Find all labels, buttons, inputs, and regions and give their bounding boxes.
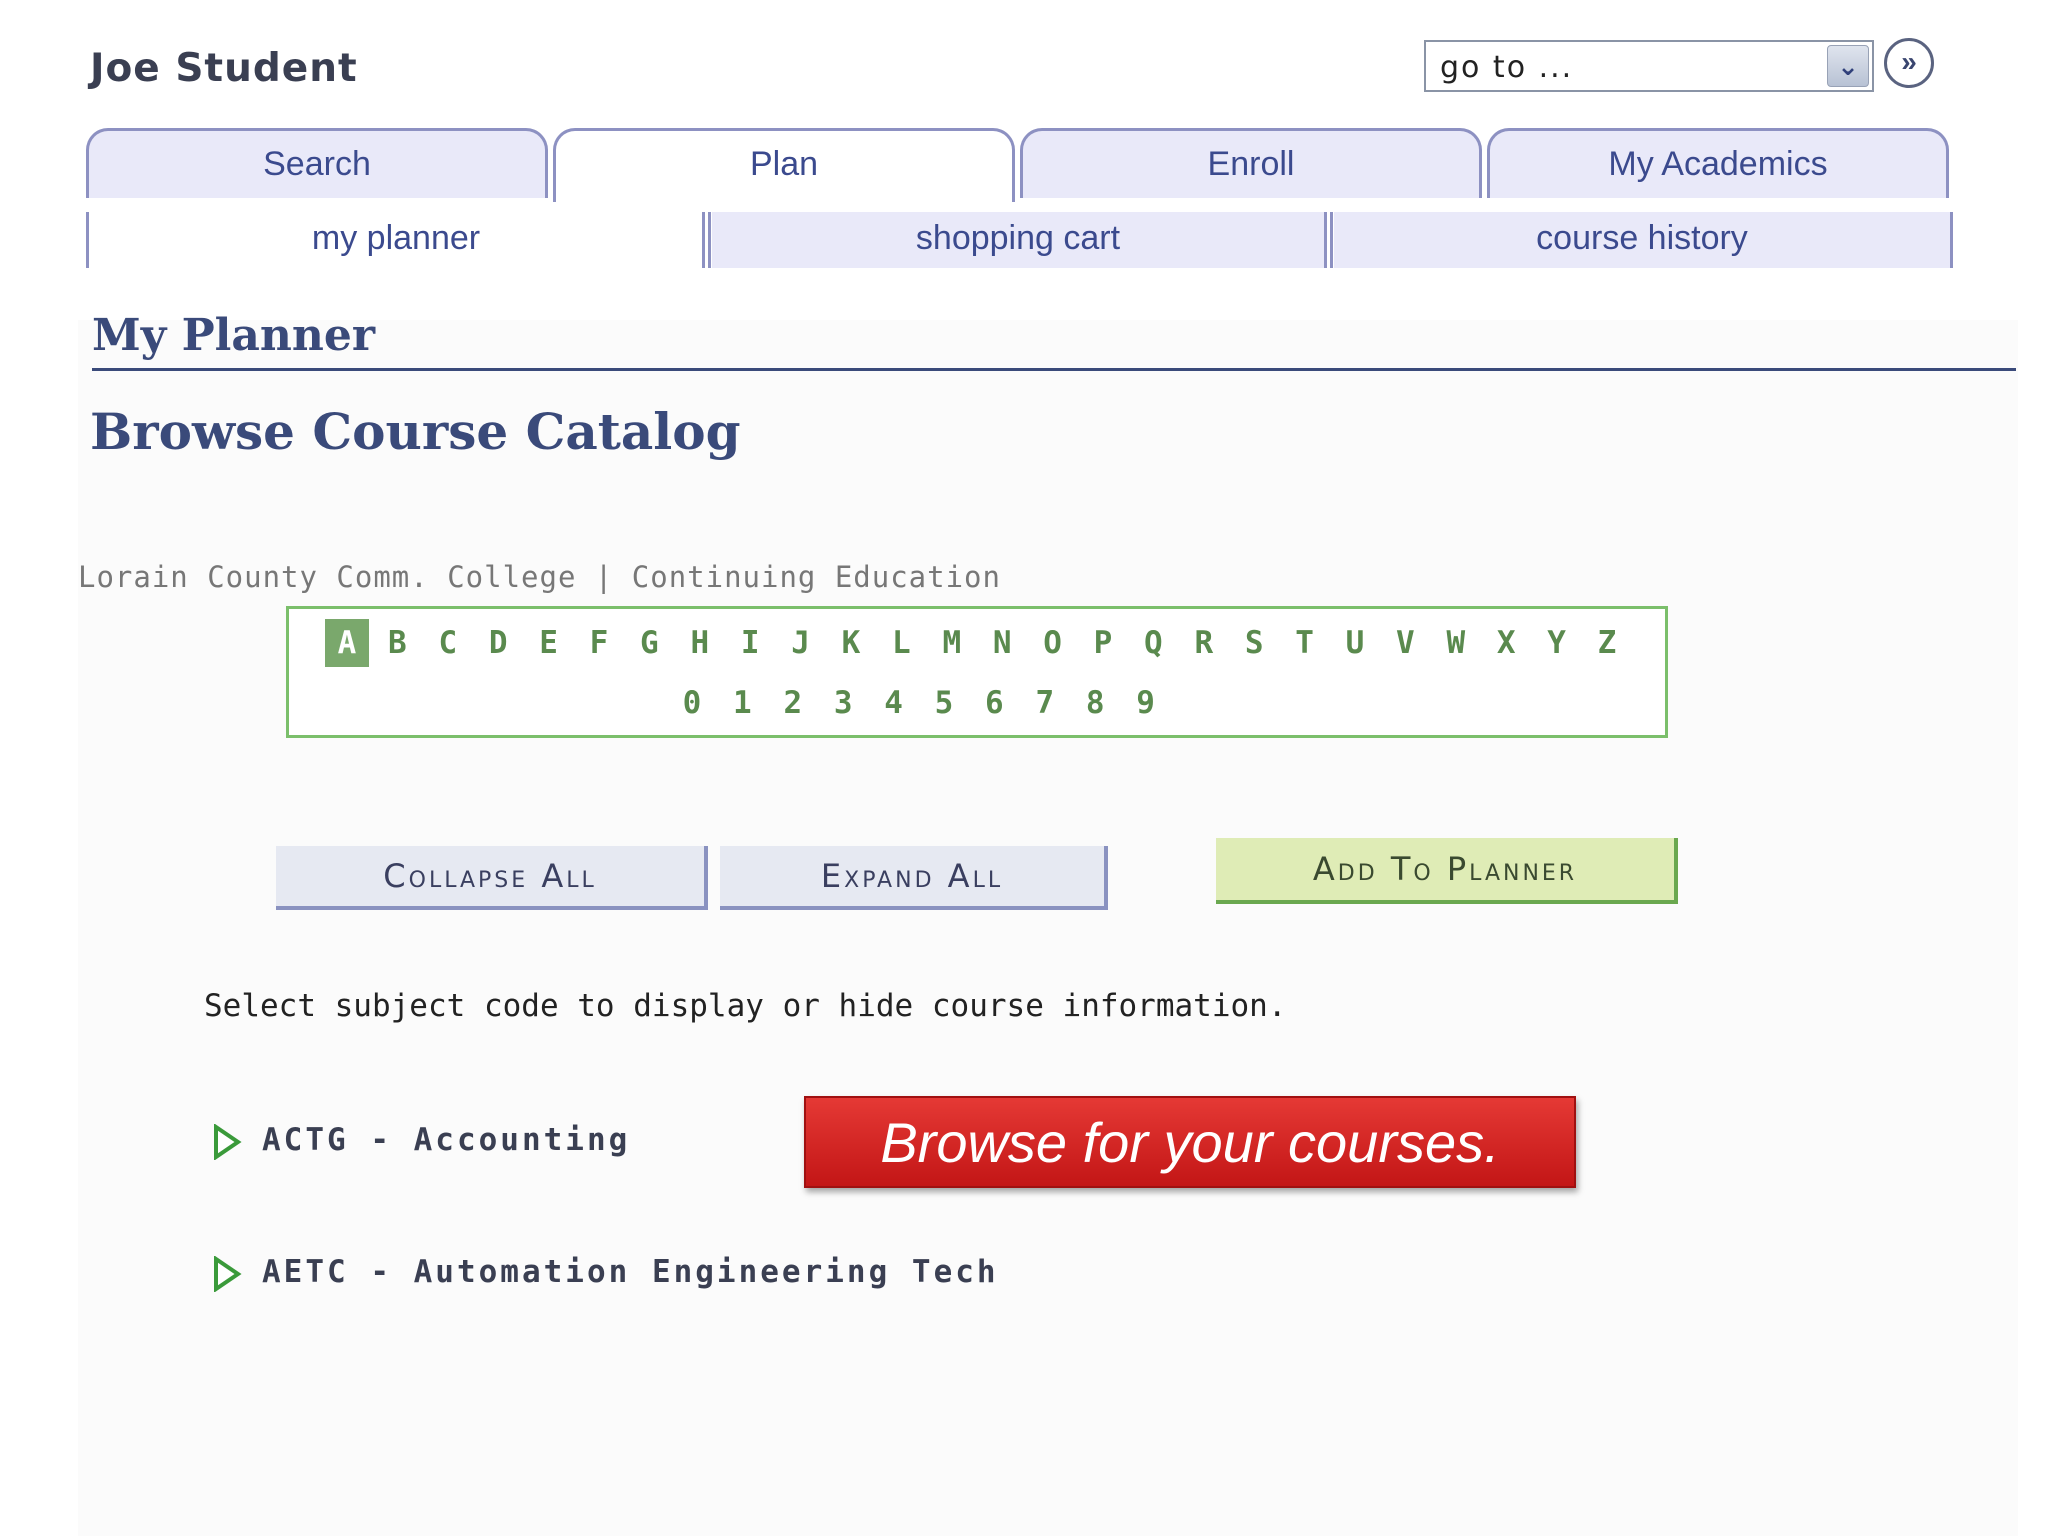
alpha-letter-k[interactable]: K <box>829 619 873 667</box>
alpha-digit-9[interactable]: 9 <box>1124 679 1168 727</box>
expand-all-button[interactable]: Expand All <box>720 846 1108 910</box>
expand-triangle-icon[interactable] <box>212 1124 242 1160</box>
instruction-text: Select subject code to display or hide c… <box>204 988 1287 1024</box>
alphabet-index: ABCDEFGHIJKLMNOPQRSTUVWXYZ 0123456789 <box>286 606 1668 738</box>
alpha-digit-6[interactable]: 6 <box>972 679 1016 727</box>
user-name: Joe Student <box>90 46 358 91</box>
alpha-letter-y[interactable]: Y <box>1535 619 1579 667</box>
alpha-letter-h[interactable]: H <box>678 619 722 667</box>
title-divider <box>92 368 2016 371</box>
alpha-letter-n[interactable]: N <box>980 619 1024 667</box>
tab-my-academics[interactable]: My Academics <box>1487 128 1949 198</box>
alpha-digit-0[interactable]: 0 <box>670 679 714 727</box>
alpha-letter-a[interactable]: A <box>325 619 369 667</box>
subtab-divider <box>1324 212 1327 268</box>
alpha-digit-1[interactable]: 1 <box>720 679 764 727</box>
alpha-letter-j[interactable]: J <box>779 619 823 667</box>
subtab-my-planner[interactable]: my planner <box>90 212 702 268</box>
alpha-letter-b[interactable]: B <box>375 619 419 667</box>
content-background <box>78 320 2018 1536</box>
alpha-letter-v[interactable]: V <box>1383 619 1427 667</box>
goto-dropdown[interactable]: go to ... ⌄ <box>1424 40 1874 92</box>
alpha-digit-8[interactable]: 8 <box>1073 679 1117 727</box>
alpha-letter-q[interactable]: Q <box>1131 619 1175 667</box>
alpha-letter-s[interactable]: S <box>1232 619 1276 667</box>
add-to-planner-button[interactable]: Add To Planner <box>1216 838 1678 904</box>
main-tabs: Search Plan Enroll My Academics <box>86 128 1954 202</box>
alpha-digit-7[interactable]: 7 <box>1023 679 1067 727</box>
page-title: My Planner <box>92 310 376 361</box>
alpha-digit-3[interactable]: 3 <box>821 679 865 727</box>
alpha-letter-w[interactable]: W <box>1434 619 1478 667</box>
alpha-letter-u[interactable]: U <box>1333 619 1377 667</box>
subtab-divider <box>86 212 89 268</box>
subtab-divider <box>702 212 705 268</box>
alpha-letter-i[interactable]: I <box>728 619 772 667</box>
alpha-letter-d[interactable]: D <box>476 619 520 667</box>
subtab-divider <box>708 212 711 268</box>
subtab-course-history[interactable]: course history <box>1334 212 1950 268</box>
institution-career-label: Lorain County Comm. College | Continuing… <box>78 560 1001 594</box>
alpha-letter-z[interactable]: Z <box>1585 619 1629 667</box>
go-arrow-icon[interactable]: » <box>1884 38 1934 88</box>
chevron-down-icon[interactable]: ⌄ <box>1827 45 1869 87</box>
sub-tabs: my planner shopping cart course history <box>86 212 1954 268</box>
alpha-letter-x[interactable]: X <box>1484 619 1528 667</box>
subtab-divider <box>1330 212 1333 268</box>
alpha-letter-e[interactable]: E <box>527 619 571 667</box>
subtab-divider <box>1950 212 1953 268</box>
subtab-shopping-cart[interactable]: shopping cart <box>712 212 1324 268</box>
subject-link[interactable]: ACTG - Accounting <box>262 1122 630 1158</box>
tab-enroll[interactable]: Enroll <box>1020 128 1482 198</box>
alpha-letter-p[interactable]: P <box>1081 619 1125 667</box>
alpha-letter-t[interactable]: T <box>1283 619 1327 667</box>
alpha-letter-m[interactable]: M <box>930 619 974 667</box>
alpha-digit-2[interactable]: 2 <box>771 679 815 727</box>
alpha-letter-o[interactable]: O <box>1031 619 1075 667</box>
subject-link[interactable]: AETC - Automation Engineering Tech <box>262 1254 999 1290</box>
alpha-letter-f[interactable]: F <box>577 619 621 667</box>
alpha-digit-5[interactable]: 5 <box>922 679 966 727</box>
alpha-letter-l[interactable]: L <box>879 619 923 667</box>
alpha-letter-g[interactable]: G <box>627 619 671 667</box>
expand-triangle-icon[interactable] <box>212 1256 242 1292</box>
alpha-letter-c[interactable]: C <box>426 619 470 667</box>
alpha-letter-r[interactable]: R <box>1182 619 1226 667</box>
callout-banner: Browse for your courses. <box>804 1096 1576 1188</box>
tab-plan[interactable]: Plan <box>553 128 1015 202</box>
section-title: Browse Course Catalog <box>90 402 741 461</box>
goto-dropdown-value: go to ... <box>1440 50 1574 85</box>
tab-search[interactable]: Search <box>86 128 548 198</box>
alpha-digit-4[interactable]: 4 <box>872 679 916 727</box>
collapse-all-button[interactable]: Collapse All <box>276 846 708 910</box>
